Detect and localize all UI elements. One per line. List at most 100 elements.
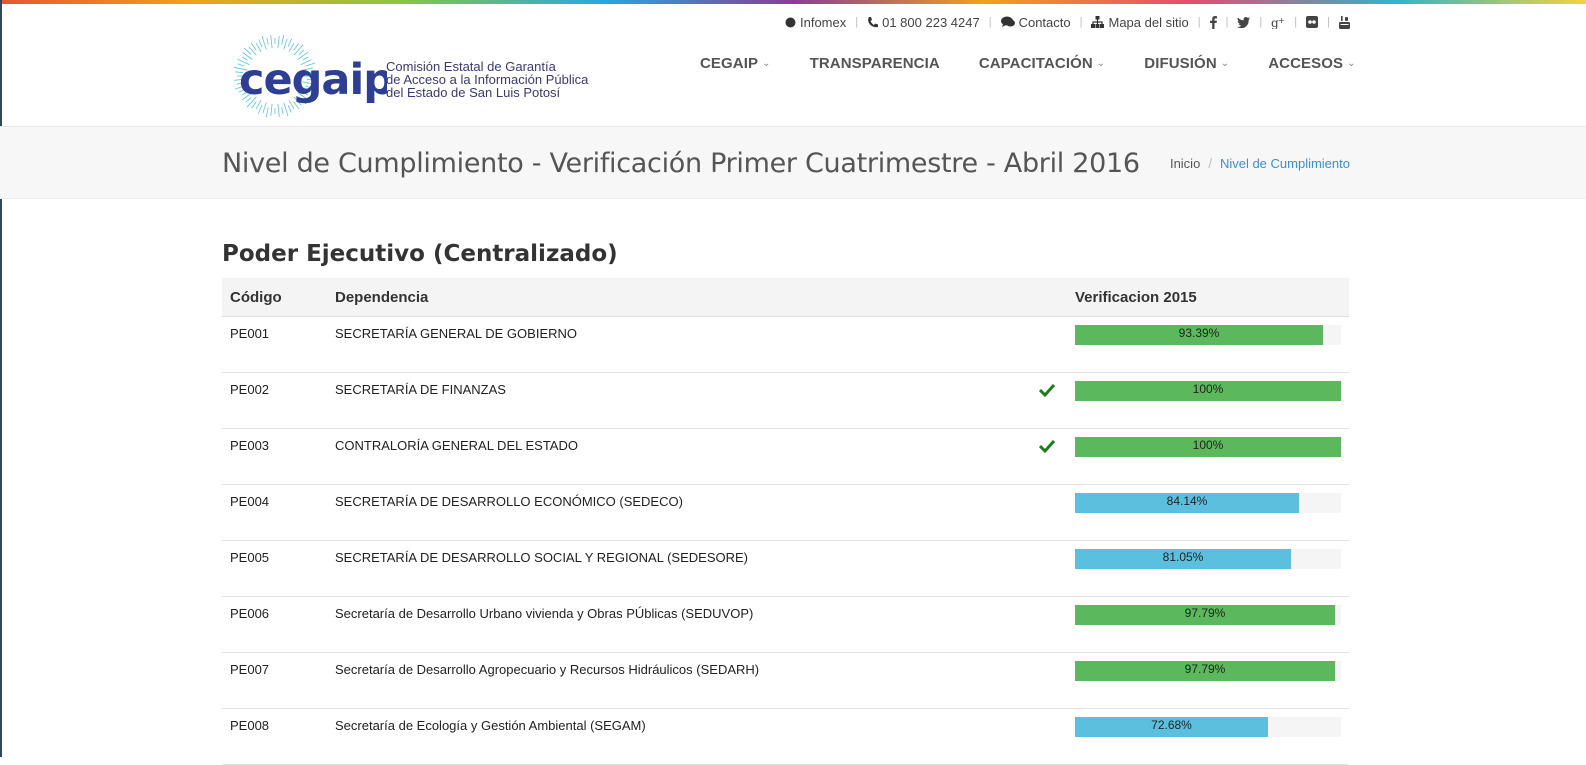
logo-ray [288,42,295,52]
progress-bar: 72.68% [1075,717,1341,737]
logo-ray [277,36,280,49]
svg-text:+: + [1278,16,1285,25]
checkmark-icon [1038,383,1056,398]
chevron-down-icon: ⌄ [1220,57,1230,69]
logo-ray [293,43,299,51]
progress-label: 84.14% [1166,494,1208,508]
table-row: PE002 SECRETARÍA DE FINANZAS 100% [222,372,1349,429]
row-dependency: Secretaría de Ecología y Gestión Ambient… [335,718,646,733]
logo-ray [298,49,305,55]
logo-ray [287,105,292,113]
header-verification: Verificacion 2015 [1067,278,1349,317]
header-check [1027,278,1067,317]
logo-ray [283,38,288,50]
compliance-table: Código Dependencia Verificacion 2015 PE0… [222,278,1349,765]
logo-ray [266,37,269,45]
row-dependency: SECRETARÍA DE FINANZAS [335,382,506,397]
twitter-icon [1237,16,1251,28]
nav-item-label: DIFUSIÓN [1144,54,1217,72]
table-header-row: Código Dependencia Verificacion 2015 [222,278,1349,317]
window-edge [0,0,2,757]
progress-label: 93.39% [1178,326,1220,340]
row-dependency: SECRETARÍA GENERAL DE GOBIERNO [335,326,577,341]
sitemap-link[interactable]: Mapa del sitio [1091,15,1189,30]
logo-ray [270,35,273,49]
logo-ray [255,42,262,52]
nav-item-label: ACCESOS [1268,54,1344,72]
youtube-icon [1339,15,1350,29]
row-dependency: Secretaría de Desarrollo Agropecuario y … [335,662,760,677]
cegaip-logo[interactable]: cegaip Comisión Estatal de Garantía de A… [217,32,607,118]
utility-bar: Infomex | 01 800 223 4247 | Contacto | M… [785,12,1350,32]
progress-bar: 84.14% [1075,493,1341,513]
nav-item-cegaip[interactable]: CEGAIP ⌄ [700,52,771,74]
logo-ray [270,103,273,116]
phone-number: 01 800 223 4247 [882,14,980,30]
logo-text: Comisión Estatal de Garantía de Acceso a… [386,60,588,99]
flickr-link[interactable] [1306,16,1319,28]
progress-bar: 93.39% [1075,325,1341,345]
phone-icon [868,17,879,28]
row-code: PE008 [230,718,270,733]
progress-label: 97.79% [1184,662,1226,676]
nav-item-label: CEGAIP [700,54,759,72]
progress-label: 100% [1192,382,1224,396]
contact-label: Contacto [1018,14,1071,30]
section-title: Poder Ejecutivo (Centralizado) [222,241,618,267]
google-plus-link[interactable]: g + [1271,16,1285,29]
breadcrumb: Inicio / Nivel de Cumplimiento [1170,156,1350,171]
facebook-icon [1209,15,1217,29]
row-code: PE005 [230,550,270,565]
breadcrumb-current[interactable]: Nivel de Cumplimiento [1220,156,1350,171]
nav-item-accesos[interactable]: ACCESOS ⌄ [1268,52,1355,74]
checkmark-icon [1038,439,1056,454]
row-dependency: CONTRALORÍA GENERAL DEL ESTADO [335,438,578,453]
chevron-down-icon: ⌄ [1096,57,1106,69]
page-title: Nivel de Cumplimiento - Verificación Pri… [222,148,1140,179]
progress-bar: 97.79% [1075,605,1341,625]
progress-label: 97.79% [1184,606,1226,620]
table-row: PE007 Secretaría de Desarrollo Agropecuar… [222,652,1349,709]
chevron-down-icon: ⌄ [1347,57,1356,69]
progress-bar: 97.79% [1075,661,1341,681]
table-row: PE001 SECRETARÍA GENERAL DE GOBIERNO 93.39… [222,316,1349,373]
youtube-link[interactable] [1339,15,1350,29]
twitter-link[interactable] [1237,16,1251,28]
logo-line-3: del Estado de San Luis Potosí [386,85,561,100]
nav-item-transparencia[interactable]: TRANSPARENCIA [810,52,940,74]
logo-ray [277,103,280,117]
logo-ray [250,42,257,51]
table-row: PE006 Secretaría de Desarrollo Urbano viv… [222,596,1349,653]
circle-icon [785,17,796,27]
nav-item-label: CAPACITACIÓN [978,54,1093,72]
infomex-link[interactable]: Infomex [785,15,846,30]
logo-ray [281,34,285,45]
phone-link[interactable]: 01 800 223 4247 [867,15,980,30]
progress-bar: 81.05% [1075,549,1341,569]
progress-bar: 100% [1075,437,1341,457]
breadcrumb-home[interactable]: Inicio [1170,156,1200,171]
logo-ray [281,107,284,115]
nav-item-difusion[interactable]: DIFUSIÓN ⌄ [1144,52,1229,74]
facebook-link[interactable] [1209,15,1217,29]
infomex-label: Infomex [800,14,847,30]
table-row: PE005 SECRETARÍA DE DESARROLLO SOCIAL Y R… [222,540,1349,597]
logo-ray [287,38,293,47]
logo-burst-icon: cegaip [233,34,387,118]
chevron-down-icon: ⌄ [762,57,771,69]
logo-wordmark: cegaip [239,55,387,105]
nav-item-capacitacion[interactable]: CAPACITACIÓN ⌄ [979,52,1105,74]
progress-label: 81.05% [1162,550,1204,564]
row-code: PE002 [230,382,270,397]
contact-link[interactable]: Contacto [1000,14,1071,30]
table-row: PE003 CONTRALORÍA GENERAL DEL ESTADO 100% [222,428,1349,485]
logo-ray [265,107,269,118]
flickr-icon [1306,16,1319,28]
logo-ray [257,105,263,114]
table-row: PE004 SECRETARÍA DE DESARROLLO ECONÓMICO … [222,484,1349,541]
progress-label: 72.68% [1151,718,1192,732]
logo-ray [258,39,263,47]
table-row: PE008 Secretaría de Ecología y Gestión Am… [222,708,1349,765]
row-dependency: SECRETARÍA DE DESARROLLO SOCIAL Y REGION… [335,550,748,565]
header-dependency: Dependencia [327,278,1027,317]
